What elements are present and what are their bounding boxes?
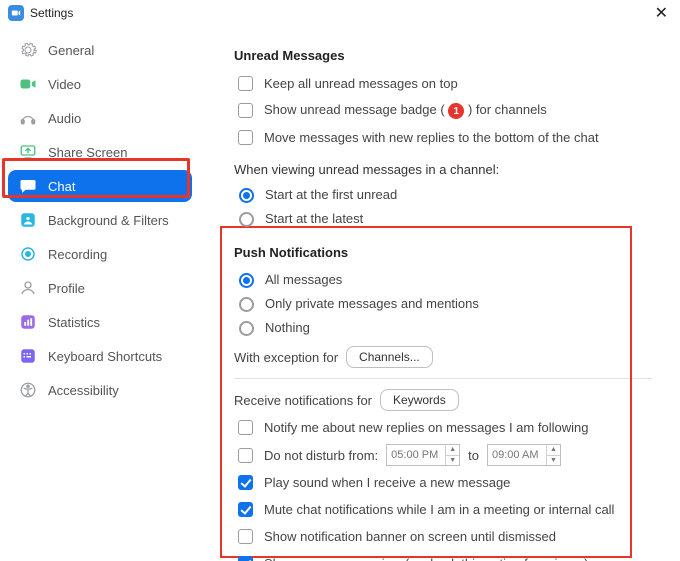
checkbox-play-sound[interactable] [238, 475, 253, 490]
label-push-nothing: Nothing [265, 320, 310, 335]
window-title: Settings [30, 6, 73, 20]
spinner-down-icon[interactable]: ▼ [546, 456, 560, 466]
sidebar-item-label: Statistics [48, 315, 100, 330]
label-move-bottom: Move messages with new replies to the bo… [264, 130, 599, 145]
sidebar-item-label: Audio [48, 111, 81, 126]
close-icon[interactable]: ✕ [651, 3, 672, 23]
chat-icon [18, 176, 38, 196]
checkbox-show-badge[interactable] [238, 103, 253, 118]
spinner-up-icon[interactable]: ▲ [445, 445, 459, 456]
sidebar-item-label: Chat [48, 179, 75, 194]
subhead-viewing: When viewing unread messages in a channe… [234, 162, 652, 177]
label-receive: Receive notifications for [234, 393, 372, 408]
sidebar-item-general[interactable]: General [8, 34, 192, 66]
label-banner: Show notification banner on screen until… [264, 529, 556, 544]
sidebar-item-label: Accessibility [48, 383, 119, 398]
sidebar-item-background[interactable]: Background & Filters [8, 204, 192, 236]
sidebar-item-label: Recording [48, 247, 107, 262]
app-icon [8, 5, 24, 21]
accessibility-icon [18, 380, 38, 400]
video-icon [18, 74, 38, 94]
sidebar-item-recording[interactable]: Recording [8, 238, 192, 270]
sidebar-item-video[interactable]: Video [8, 68, 192, 100]
label-dnd: Do not disturb from: [264, 448, 378, 463]
background-icon [18, 210, 38, 230]
label-notify-replies: Notify me about new replies on messages … [264, 420, 588, 435]
recording-icon [18, 244, 38, 264]
sidebar-item-label: Share Screen [48, 145, 128, 160]
sidebar-item-profile[interactable]: Profile [8, 272, 192, 304]
spinner-down-icon[interactable]: ▼ [445, 456, 459, 466]
dnd-from-spinner[interactable]: ▲▼ [386, 444, 460, 466]
sidebar-item-audio[interactable]: Audio [8, 102, 192, 134]
titlebar: Settings ✕ [0, 0, 680, 26]
label-mute-meeting: Mute chat notifications while I am in a … [264, 502, 614, 517]
main-panel: Unread Messages Keep all unread messages… [200, 26, 680, 561]
sidebar-item-share[interactable]: Share Screen [8, 136, 192, 168]
sidebar-item-label: Background & Filters [48, 213, 169, 228]
audio-icon [18, 108, 38, 128]
checkbox-keep-on-top[interactable] [238, 76, 253, 91]
label-exception: With exception for [234, 350, 338, 365]
sidebar-item-label: Video [48, 77, 81, 92]
checkbox-mute-meeting[interactable] [238, 502, 253, 517]
channels-button[interactable]: Channels... [346, 346, 433, 368]
checkbox-dnd[interactable] [238, 448, 253, 463]
profile-icon [18, 278, 38, 298]
label-dnd-to: to [468, 448, 479, 463]
sidebar-item-chat[interactable]: Chat [8, 170, 192, 202]
label-push-all: All messages [265, 272, 342, 287]
radio-push-all[interactable] [239, 273, 254, 288]
checkbox-preview[interactable] [238, 556, 253, 561]
label-play-sound: Play sound when I receive a new message [264, 475, 510, 490]
keyboard-icon [18, 346, 38, 366]
label-start-latest: Start at the latest [265, 211, 363, 226]
checkbox-notify-replies[interactable] [238, 420, 253, 435]
dnd-to-spinner[interactable]: ▲▼ [487, 444, 561, 466]
sidebar-item-accessibility[interactable]: Accessibility [8, 374, 192, 406]
share-icon [18, 142, 38, 162]
checkbox-banner[interactable] [238, 529, 253, 544]
section-push-heading: Push Notifications [234, 245, 652, 260]
unread-badge: 1 [448, 103, 464, 119]
radio-start-latest[interactable] [239, 212, 254, 227]
gear-icon [18, 40, 38, 60]
sidebar-item-statistics[interactable]: Statistics [8, 306, 192, 338]
checkbox-move-bottom[interactable] [238, 130, 253, 145]
label-keep-on-top: Keep all unread messages on top [264, 76, 458, 91]
radio-start-first[interactable] [239, 188, 254, 203]
dnd-from-input[interactable] [387, 445, 445, 465]
label-start-first: Start at the first unread [265, 187, 397, 202]
label-show-badge: Show unread message badge ( 1 ) for chan… [264, 102, 547, 120]
label-preview: Show message preview (uncheck this optio… [264, 556, 588, 561]
sidebar: General Video Audio Share Screen Chat Ba… [0, 26, 200, 561]
sidebar-item-label: Profile [48, 281, 85, 296]
sidebar-item-keyboard[interactable]: Keyboard Shortcuts [8, 340, 192, 372]
divider [234, 378, 652, 379]
dnd-to-input[interactable] [488, 445, 546, 465]
spinner-up-icon[interactable]: ▲ [546, 445, 560, 456]
radio-push-private[interactable] [239, 297, 254, 312]
sidebar-item-label: Keyboard Shortcuts [48, 349, 162, 364]
radio-push-nothing[interactable] [239, 321, 254, 336]
keywords-button[interactable]: Keywords [380, 389, 459, 411]
section-unread-heading: Unread Messages [234, 48, 652, 63]
label-push-private: Only private messages and mentions [265, 296, 479, 311]
sidebar-item-label: General [48, 43, 94, 58]
statistics-icon [18, 312, 38, 332]
